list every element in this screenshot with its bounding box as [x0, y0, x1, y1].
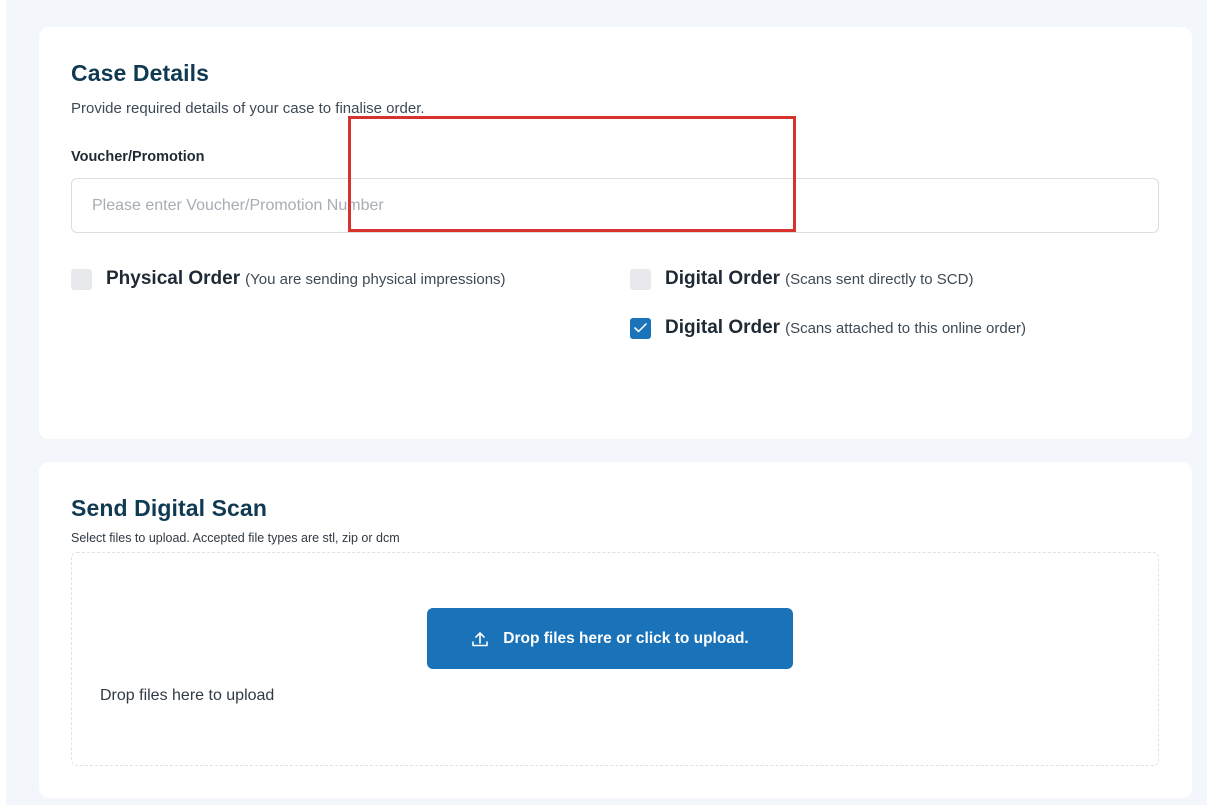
- physical-order-option[interactable]: Physical Order (You are sending physical…: [71, 268, 506, 290]
- upload-files-button[interactable]: Drop files here or click to upload.: [427, 608, 793, 669]
- digital-order-attached-option[interactable]: Digital Order (Scans attached to this on…: [630, 317, 1026, 339]
- digital-order-scd-detail: (Scans sent directly to SCD): [785, 270, 974, 288]
- upload-icon: [471, 630, 489, 648]
- send-digital-scan-subtitle: Select files to upload. Accepted file ty…: [71, 531, 400, 545]
- left-edge-strip: [0, 0, 6, 805]
- case-details-card: Case Details Provide required details of…: [39, 27, 1192, 439]
- physical-order-title: Physical Order: [106, 268, 241, 289]
- case-details-subtitle: Provide required details of your case to…: [71, 100, 425, 117]
- file-dropzone[interactable]: Drop files here to upload Drop files her…: [71, 552, 1159, 766]
- physical-order-detail: (You are sending physical impressions): [245, 270, 506, 288]
- digital-order-scd-option[interactable]: Digital Order (Scans sent directly to SC…: [630, 268, 973, 290]
- case-details-title: Case Details: [71, 60, 209, 86]
- voucher-label: Voucher/Promotion: [71, 149, 205, 165]
- voucher-input[interactable]: [71, 178, 1159, 233]
- digital-order-scd-checkbox[interactable]: [630, 268, 651, 290]
- send-digital-scan-title: Send Digital Scan: [71, 495, 267, 521]
- check-icon: [634, 323, 647, 333]
- digital-order-attached-checkbox[interactable]: [630, 317, 651, 339]
- digital-order-scd-title: Digital Order: [665, 268, 781, 289]
- digital-order-attached-detail: (Scans attached to this online order): [785, 319, 1027, 337]
- physical-order-checkbox[interactable]: [71, 268, 92, 290]
- dropzone-text: Drop files here to upload: [100, 687, 275, 704]
- digital-order-attached-title: Digital Order: [665, 317, 781, 338]
- send-digital-scan-card: Send Digital Scan Select files to upload…: [39, 462, 1192, 798]
- upload-button-label: Drop files here or click to upload.: [503, 629, 749, 647]
